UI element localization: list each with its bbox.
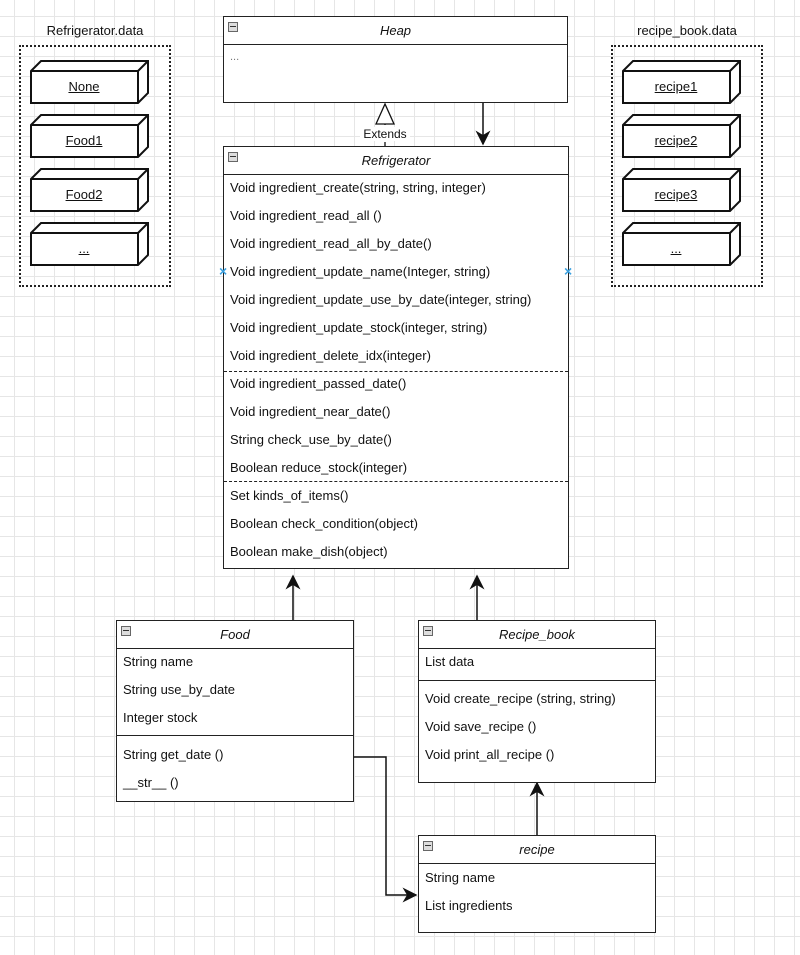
data-item[interactable]: recipe1 (622, 60, 742, 104)
data-item[interactable]: Food1 (30, 114, 150, 158)
method-row: Void ingredient_delete_idx(integer) (230, 348, 431, 363)
attribute-row: String name (123, 654, 194, 669)
method-row: Void ingredient_update_use_by_date(integ… (230, 292, 532, 307)
method-row: Void ingredient_near_date() (230, 404, 391, 419)
class-title: recipe (419, 836, 655, 864)
class-recipe-book[interactable]: Recipe_book List data Void create_recipe… (418, 620, 656, 783)
method-row: Void ingredient_create(string, string, i… (230, 180, 486, 195)
item-label: Food1 (65, 133, 103, 148)
method-row: __str__ () (123, 775, 179, 790)
data-item[interactable]: ... (622, 222, 742, 266)
method-row: Void print_all_recipe () (425, 747, 555, 762)
data-item[interactable]: Food2 (30, 168, 150, 212)
food-recipe-edge (353, 756, 418, 903)
method-row: Void create_recipe (string, string) (425, 691, 616, 706)
item-label: recipe2 (654, 133, 698, 148)
item-label: recipe1 (654, 79, 698, 94)
class-recipe[interactable]: recipe String name List ingredients (418, 835, 656, 933)
attribute-row: Integer stock (123, 710, 198, 725)
divider (117, 735, 353, 736)
collapse-icon[interactable] (423, 626, 433, 636)
method-row: Set kinds_of_items() (230, 488, 349, 503)
attribute-row: List data (425, 654, 475, 669)
method-row: Boolean check_condition(object) (230, 516, 418, 531)
connection-point-icon[interactable]: × (564, 263, 572, 279)
attribute-row: List ingredients (425, 898, 513, 913)
class-refrigerator[interactable]: Refrigerator Void ingredient_create(stri… (223, 146, 569, 569)
method-row: String get_date () (123, 747, 224, 762)
collapse-icon[interactable] (228, 22, 238, 32)
class-title: Refrigerator (224, 147, 568, 175)
item-label: Food2 (65, 187, 103, 202)
data-item[interactable]: None (30, 60, 150, 104)
class-heap[interactable]: Heap ... (223, 16, 568, 103)
class-food[interactable]: Food String name String use_by_date Inte… (116, 620, 354, 802)
method-row: Boolean make_dish(object) (230, 544, 388, 559)
class-title: Recipe_book (419, 621, 655, 649)
divider (419, 680, 655, 681)
method-row: Void save_recipe () (425, 719, 537, 734)
collapse-icon[interactable] (423, 841, 433, 851)
attribute-row: String use_by_date (123, 682, 236, 697)
class-title: Heap (224, 17, 567, 45)
extends-triangle (374, 102, 396, 125)
connection-point-icon[interactable]: × (219, 263, 227, 279)
item-label: ... (670, 241, 682, 256)
collapse-icon[interactable] (121, 626, 131, 636)
method-row: Void ingredient_passed_date() (230, 376, 407, 391)
item-label: None (68, 79, 100, 94)
store-label: Refrigerator.data (46, 23, 144, 38)
extends-label: Extends (360, 127, 410, 141)
data-item[interactable]: ... (30, 222, 150, 266)
method-row: Void ingredient_read_all () (230, 208, 382, 223)
data-item[interactable]: recipe3 (622, 168, 742, 212)
item-label: recipe3 (654, 187, 698, 202)
collapse-icon[interactable] (228, 152, 238, 162)
class-title: Food (117, 621, 353, 649)
item-label: ... (78, 241, 90, 256)
method-row: Void ingredient_update_stock(integer, st… (230, 320, 488, 335)
method-row: String check_use_by_date() (230, 432, 392, 447)
data-item[interactable]: recipe2 (622, 114, 742, 158)
method-row: Void ingredient_update_name(Integer, str… (230, 264, 491, 279)
class-row: ... (230, 51, 240, 63)
method-row: Boolean reduce_stock(integer) (230, 460, 408, 475)
store-label: recipe_book.data (637, 23, 737, 38)
attribute-row: String name (425, 870, 496, 885)
method-row: Void ingredient_read_all_by_date() (230, 236, 432, 251)
